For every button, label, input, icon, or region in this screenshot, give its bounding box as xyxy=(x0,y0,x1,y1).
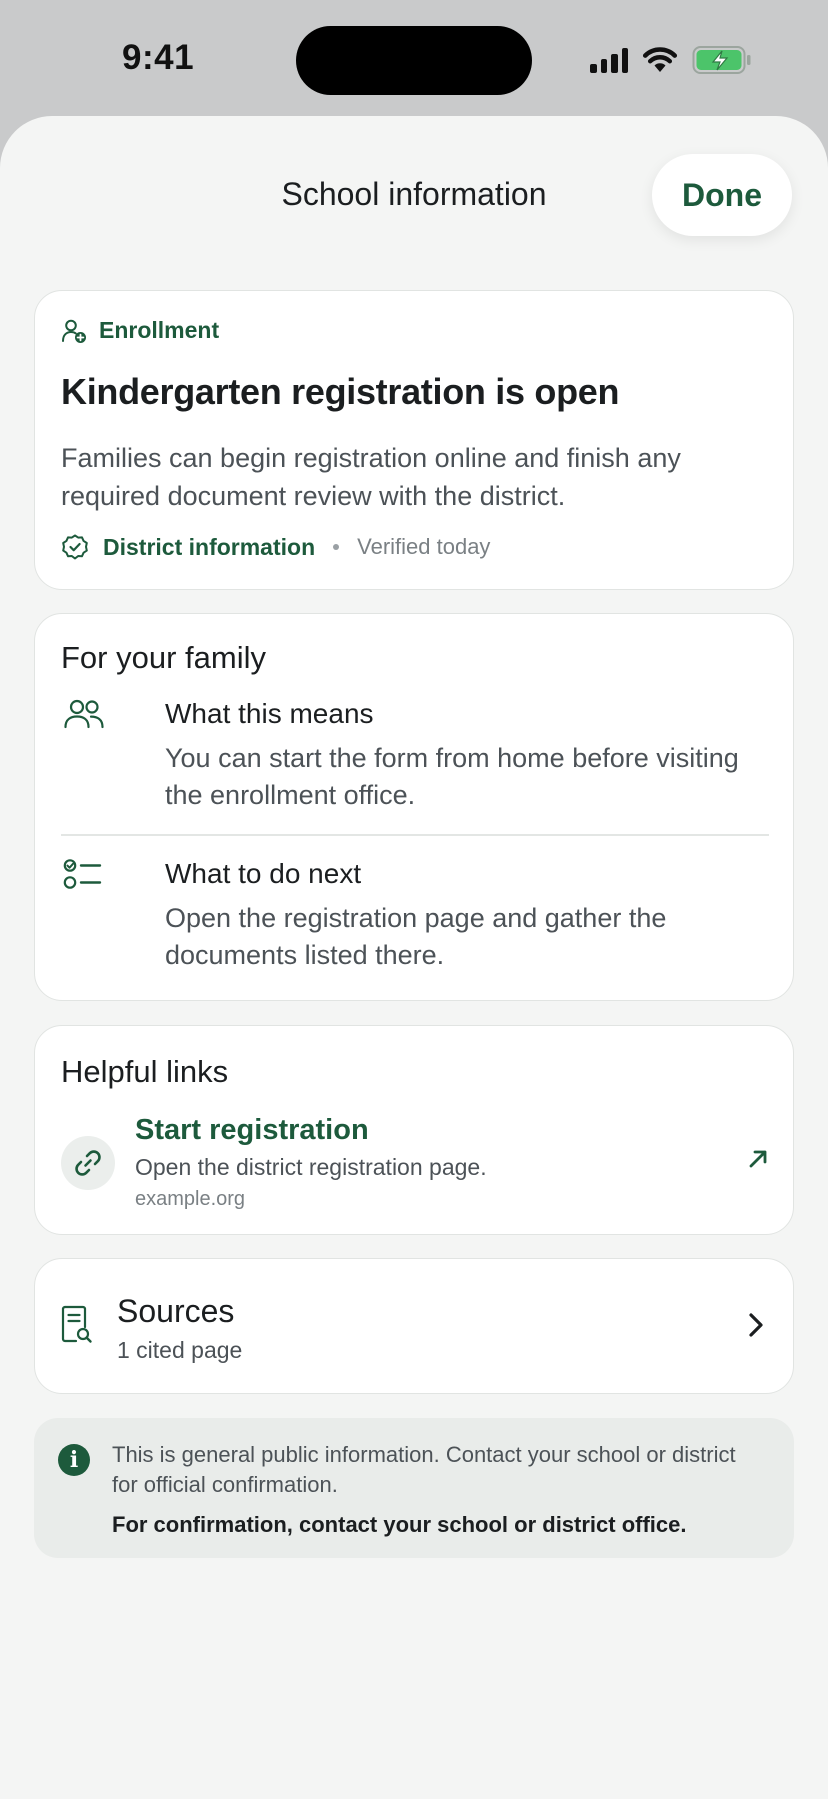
list-item-next: What to do next Open the registration pa… xyxy=(61,858,771,978)
sources-card[interactable]: Sources 1 cited page xyxy=(34,1258,794,1394)
status-icons xyxy=(590,44,752,76)
info-icon: i xyxy=(58,1444,90,1476)
document-search-icon xyxy=(61,1305,92,1343)
family-card-heading: For your family xyxy=(61,640,266,675)
battery-charging-icon xyxy=(692,46,751,74)
helpful-links-card: Helpful links Start registration Open th… xyxy=(34,1025,794,1235)
link-icon-wrapper xyxy=(61,1136,115,1190)
people-icon xyxy=(64,699,104,729)
separator-dot xyxy=(333,544,340,550)
enrollment-tag: Enrollment xyxy=(61,317,219,344)
link-domain: example.org xyxy=(135,1188,246,1210)
notice-text: This is general public information. Cont… xyxy=(112,1442,736,1497)
sheet-header: School information Done xyxy=(0,116,828,246)
sources-title: Sources xyxy=(117,1293,235,1329)
verified-badge-icon xyxy=(62,534,88,560)
status-bar: 9:41 xyxy=(0,0,828,118)
verification-source: District information xyxy=(103,533,316,560)
link-icon xyxy=(75,1150,101,1176)
family-card: For your family What this means You can … xyxy=(34,613,794,1001)
list-item-meaning: What this means You can start the form f… xyxy=(61,698,771,818)
helpful-links-heading: Helpful links xyxy=(61,1054,229,1089)
notice-confirmation: For confirmation, contact your school or… xyxy=(112,1512,687,1537)
enrollment-title: Kindergarten registration is open xyxy=(61,371,620,412)
verification-date: Verified today xyxy=(357,534,491,559)
link-description: Open the district registration page. xyxy=(135,1154,487,1180)
divider xyxy=(61,834,769,836)
start-registration-link[interactable]: Start registration Open the district reg… xyxy=(35,1106,795,1226)
person-add-icon xyxy=(62,319,86,343)
disclaimer-notice: i This is general public information. Co… xyxy=(34,1418,794,1558)
cellular-signal-icon xyxy=(590,47,628,73)
done-button[interactable]: Done xyxy=(652,154,792,236)
checklist-icon xyxy=(63,859,102,889)
list-item-title: What this means xyxy=(165,698,374,729)
dynamic-island xyxy=(296,26,532,95)
enrollment-tag-label: Enrollment xyxy=(99,317,220,343)
wifi-icon xyxy=(642,47,678,72)
sheet: School information Done Enrollment Kinde… xyxy=(0,116,828,1799)
list-item-body: You can start the form from home before … xyxy=(165,743,739,810)
external-arrow-icon xyxy=(749,1150,767,1168)
verification-row: District information Verified today xyxy=(61,533,490,561)
link-title: Start registration xyxy=(135,1114,369,1146)
chevron-right-icon xyxy=(749,1313,763,1337)
status-time: 9:41 xyxy=(122,38,195,77)
enrollment-card: Enrollment Kindergarten registration is … xyxy=(34,290,794,590)
sources-subtitle: 1 cited page xyxy=(117,1337,243,1363)
enrollment-body: Families can begin registration online a… xyxy=(61,443,681,511)
list-item-title: What to do next xyxy=(165,858,362,889)
list-item-body: Open the registration page and gather th… xyxy=(165,903,667,970)
